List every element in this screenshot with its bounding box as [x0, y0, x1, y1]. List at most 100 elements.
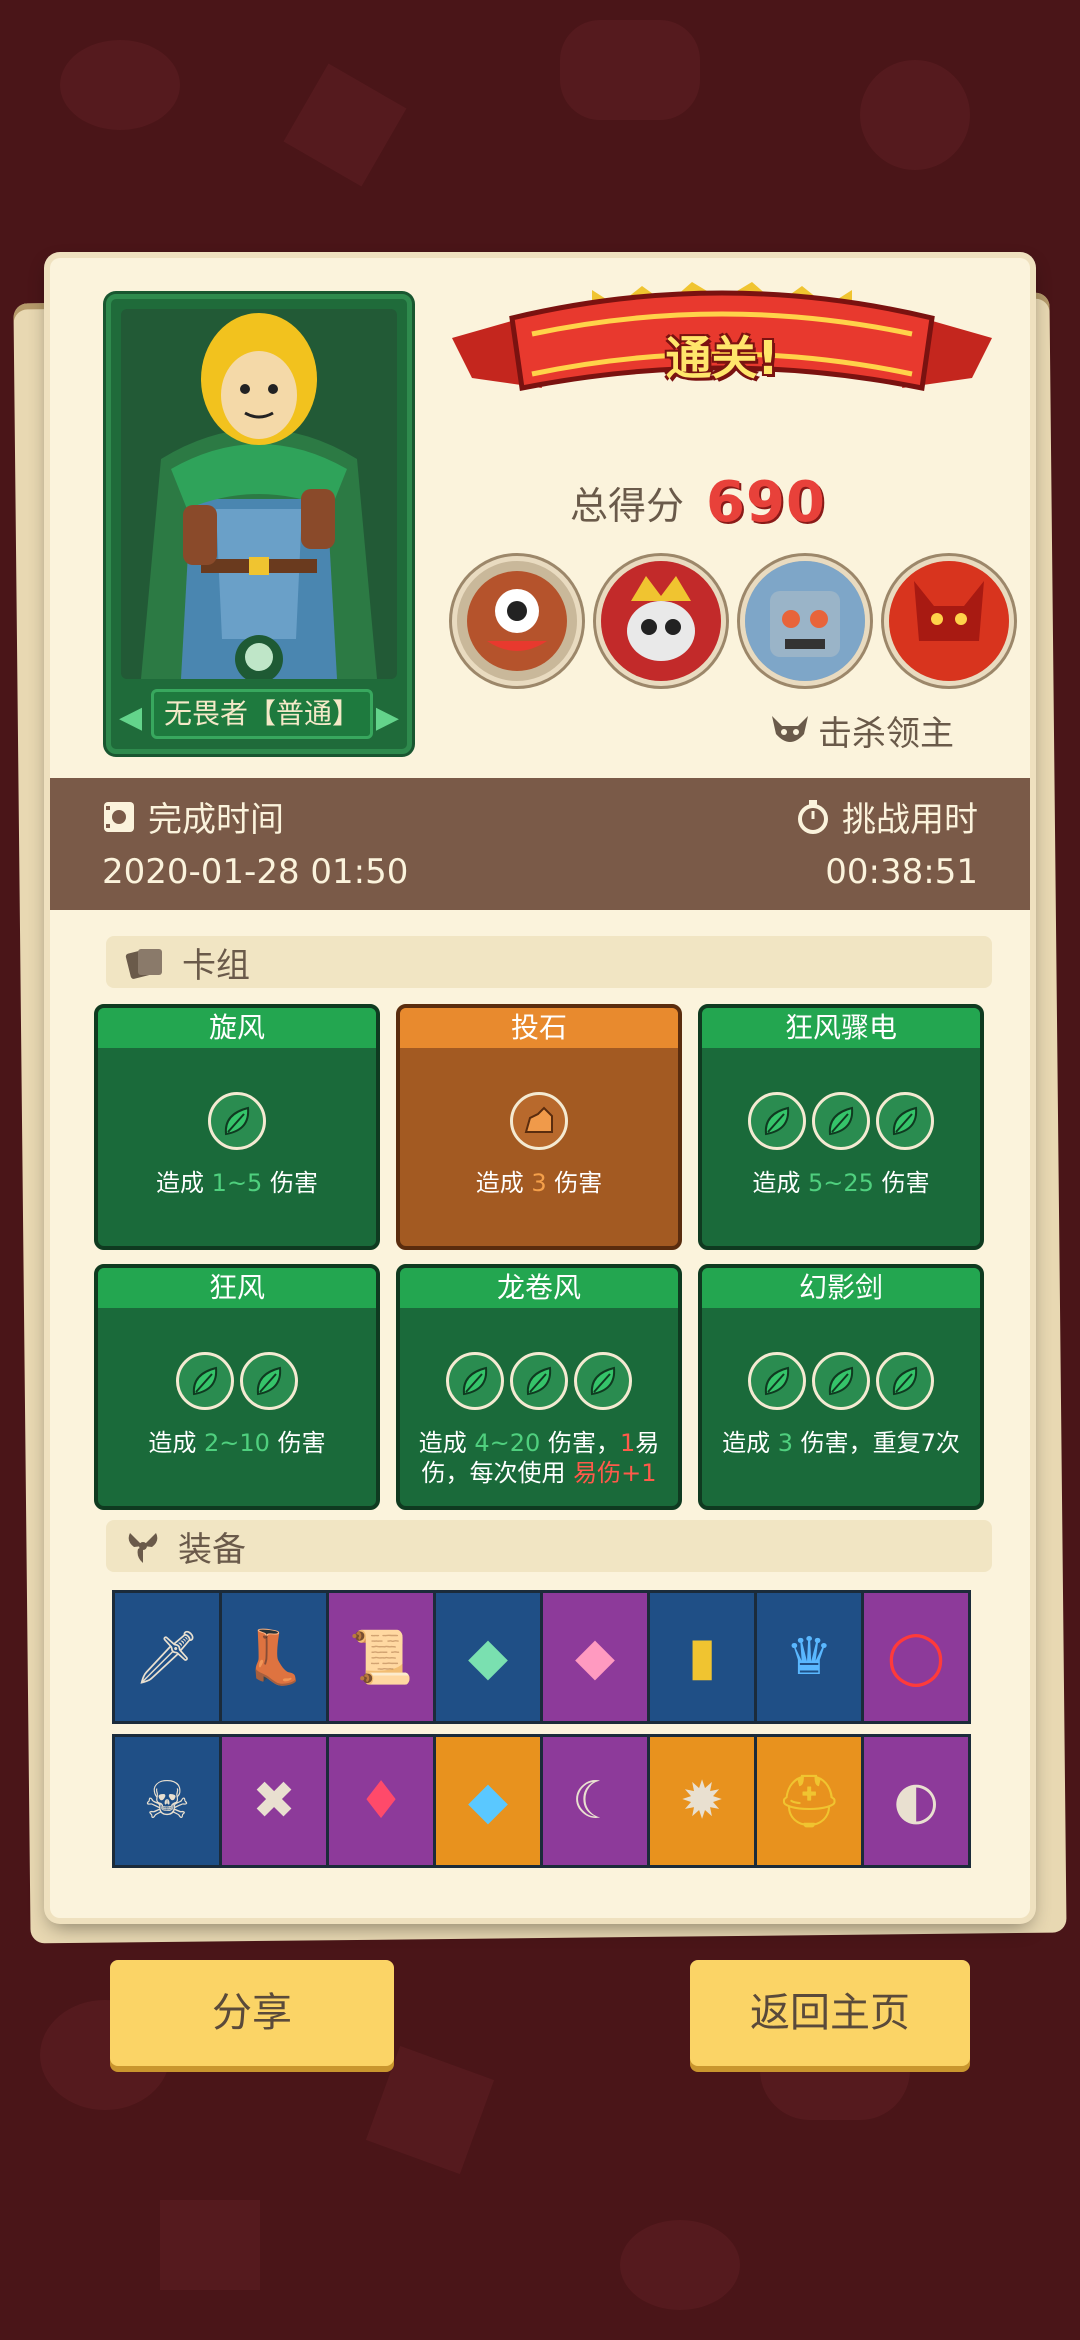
boot-icon: 👢 — [241, 1627, 307, 1688]
card-description: 造成 3 伤害，重复7次 — [708, 1428, 974, 1458]
card-description-part: 伤害 — [262, 1169, 318, 1197]
gem-green-icon: ◆ — [468, 1627, 508, 1687]
dark-rune-icon: ✖ — [252, 1771, 296, 1831]
equipment-slot[interactable]: ☠ — [112, 1734, 222, 1868]
crystal-icon: ◆ — [468, 1771, 508, 1831]
boss-avatar-skeleton-king[interactable] — [596, 556, 726, 686]
hero-prev-icon[interactable]: ◀ — [119, 700, 142, 735]
hero-next-icon[interactable]: ▶ — [376, 700, 399, 735]
equipment-slot[interactable]: ♦ — [326, 1734, 436, 1868]
equipment-slot[interactable]: ▮ — [647, 1590, 757, 1724]
card-description: 造成 4~20 伤害，1易伤，每次使用 易伤+1 — [406, 1428, 672, 1488]
card-description-part: 1 — [619, 1429, 636, 1457]
equipment-title: 装备 — [178, 1529, 246, 1570]
boss-kill-label: 击杀领主 — [770, 706, 954, 755]
boss-avatar-golem[interactable] — [740, 556, 870, 686]
hero-card[interactable]: ◀ 无畏者【普通】 ▶ — [106, 294, 412, 754]
equipment-slot[interactable]: ☾ — [540, 1734, 650, 1868]
finish-time-label-group: 完成时间 — [102, 792, 284, 841]
gem-pink-icon: ◆ — [575, 1627, 615, 1687]
stopwatch-icon — [798, 799, 828, 834]
duration-label-group: 挑战用时 — [796, 792, 978, 841]
card-description-part: 伤害， — [540, 1429, 620, 1457]
rock-icon — [510, 1092, 568, 1150]
card-title: 狂风 — [98, 1268, 376, 1308]
talisman-icon: ▮ — [687, 1627, 717, 1687]
skull-icon: ☠ — [143, 1771, 191, 1831]
wind-leaf-icon — [812, 1352, 870, 1410]
ring-icon: ◯ — [886, 1627, 946, 1687]
card-description-part: 伤害 — [269, 1429, 326, 1457]
equipment-slot[interactable]: 🗡 — [112, 1590, 222, 1724]
equipment-slot[interactable]: ◆ — [540, 1590, 650, 1724]
wind-leaf-icon — [876, 1092, 934, 1150]
card-title: 幻影剑 — [702, 1268, 980, 1308]
hero-name: 无畏者【普通】 — [151, 689, 373, 739]
wind-leaf-icon — [446, 1352, 504, 1410]
card-description: 造成 2~10 伤害 — [104, 1428, 370, 1458]
boss-avatar-cyclops[interactable] — [452, 556, 582, 686]
card-description: 造成 5~25 伤害 — [708, 1168, 974, 1198]
deck-title: 卡组 — [182, 945, 250, 986]
share-button[interactable]: 分享 — [110, 1960, 394, 2066]
card-description-part: 造成 — [156, 1169, 212, 1197]
equipment-slot[interactable]: ⛑ — [754, 1734, 864, 1868]
wind-leaf-icon — [876, 1352, 934, 1410]
card-description-part: 造成 — [148, 1429, 205, 1457]
card-description-part: 造成 — [752, 1169, 809, 1197]
card-description-part: 4~20 — [474, 1429, 541, 1457]
deck-card[interactable]: 龙卷风造成 4~20 伤害，1易伤，每次使用 易伤+1 — [396, 1264, 682, 1510]
duration-label: 挑战用时 — [842, 800, 978, 840]
deck-cards: 旋风 造成 1~5 伤害 投石 造成 3 伤害 狂风骤电 造成 5~25 伤害 狂风 造成 2… — [94, 1004, 986, 1510]
equipment-slot[interactable]: ◆ — [433, 1734, 543, 1868]
equipment-icon — [128, 1533, 158, 1563]
equipment-slot[interactable]: ✖ — [219, 1734, 329, 1868]
equipment-slot[interactable]: ◯ — [861, 1590, 971, 1724]
finish-time-label: 完成时间 — [148, 800, 284, 840]
equipment-slot[interactable]: 📜 — [326, 1590, 436, 1724]
equipment-slot[interactable]: 👢 — [219, 1590, 329, 1724]
hero-portrait — [121, 309, 397, 679]
card-title: 龙卷风 — [400, 1268, 678, 1308]
demon-skull-icon — [772, 715, 808, 742]
card-cost-icons — [400, 1092, 678, 1150]
boss-avatar-demon[interactable] — [884, 556, 1014, 686]
card-description-part: 造成 — [722, 1429, 778, 1457]
plague-mask-icon: ◐ — [893, 1771, 939, 1831]
result-panel: ◀ 无畏者【普通】 ▶ 通关! 总得分 690 击杀领主 完成时间 2020-0… — [50, 258, 1030, 1918]
finish-time-value: 2020-01-28 01:50 — [102, 852, 409, 892]
deck-card[interactable]: 狂风骤电 造成 5~25 伤害 — [698, 1004, 984, 1250]
card-description-part: 2~10 — [204, 1429, 270, 1457]
equipment-slot[interactable]: ◐ — [861, 1734, 971, 1868]
equipment-slot[interactable]: ♛ — [754, 1590, 864, 1724]
card-description-part: 1~5 — [211, 1169, 263, 1197]
deck-card[interactable]: 幻影剑造成 3 伤害，重复7次 — [698, 1264, 984, 1510]
card-description-part: 造成 — [475, 1169, 532, 1197]
card-description-part: 3 — [531, 1169, 547, 1197]
victory-banner: 通关! — [452, 278, 992, 408]
home-button[interactable]: 返回主页 — [690, 1960, 970, 2066]
score-row: 总得分 690 — [570, 470, 826, 535]
card-description-part: 造成 — [418, 1429, 475, 1457]
deck-card[interactable]: 狂风造成 2~10 伤害 — [94, 1264, 380, 1510]
wind-leaf-icon — [748, 1092, 806, 1150]
card-cost-icons — [98, 1092, 376, 1150]
scythe-icon: ☾ — [571, 1771, 619, 1831]
deck-card[interactable]: 投石 造成 3 伤害 — [396, 1004, 682, 1250]
equipment-header: 装备 — [106, 1520, 992, 1572]
card-description-part: 易伤+1 — [573, 1459, 657, 1487]
equipment-row-1: 🗡 👢 📜 ◆ ◆ ▮ ♛ ◯ — [112, 1590, 971, 1724]
wind-leaf-icon — [176, 1352, 234, 1410]
equipment-slot[interactable]: ✹ — [647, 1734, 757, 1868]
deck-card[interactable]: 旋风 造成 1~5 伤害 — [94, 1004, 380, 1250]
helmet-icon: ⛑ — [775, 1771, 842, 1832]
card-description-part: 5~25 — [808, 1169, 874, 1197]
wind-leaf-icon — [510, 1352, 568, 1410]
equipment-slot[interactable]: ◆ — [433, 1590, 543, 1724]
crown-icon: ♛ — [785, 1627, 833, 1687]
equipment-row-2: ☠ ✖ ♦ ◆ ☾ ✹ ⛑ ◐ — [112, 1734, 971, 1868]
card-cost-icons — [702, 1352, 980, 1410]
spike-orb-icon: ✹ — [680, 1771, 724, 1831]
wind-leaf-icon — [574, 1352, 632, 1410]
film-calendar-icon — [104, 801, 134, 832]
